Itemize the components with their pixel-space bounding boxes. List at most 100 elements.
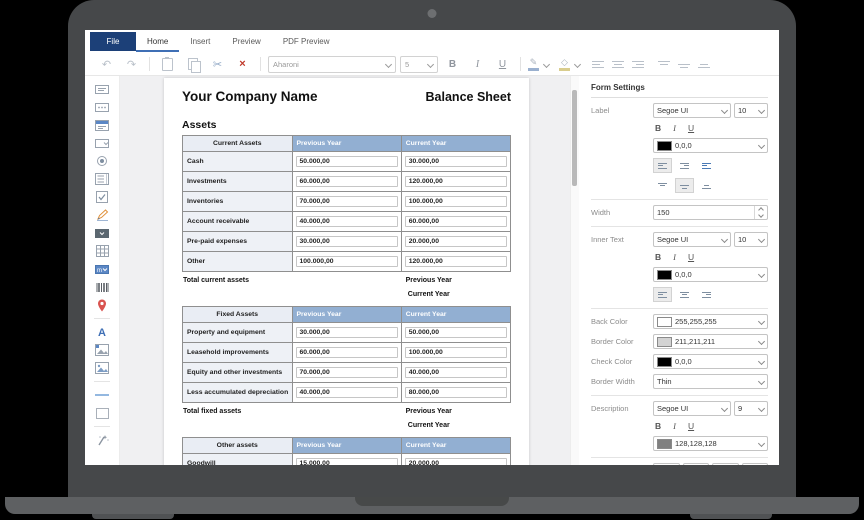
vertical-scrollbar[interactable] <box>570 76 579 465</box>
label-valign-middle-button[interactable] <box>675 178 694 193</box>
tab-insert[interactable]: Insert <box>179 31 221 52</box>
amount-input-current[interactable]: 50.000,00 <box>405 327 507 338</box>
amount-input-current[interactable]: 60.000,00 <box>405 216 507 227</box>
amount-input-current[interactable]: 100.000,00 <box>405 196 507 207</box>
rectangle-icon[interactable] <box>94 406 110 420</box>
copy-icon[interactable] <box>183 56 202 72</box>
label-italic-button[interactable]: I <box>673 123 676 133</box>
cut-icon[interactable]: ✂ <box>208 56 227 72</box>
amount-input-current[interactable]: 80.000,00 <box>405 387 507 398</box>
company-name-field[interactable]: Your Company Name <box>182 89 318 104</box>
check-color-select[interactable]: 0,0,0 <box>653 354 768 369</box>
drop-down-icon[interactable] <box>94 226 110 240</box>
chevron-down-icon[interactable] <box>574 60 581 67</box>
valign-top-icon[interactable] <box>658 61 670 68</box>
tab-pdf-preview[interactable]: PDF Preview <box>272 31 341 52</box>
label-valign-top-button[interactable] <box>653 178 672 193</box>
amount-input-previous[interactable]: 30.000,00 <box>296 236 398 247</box>
amount-input-previous[interactable]: 60.000,00 <box>296 347 398 358</box>
border-color-select[interactable]: 211,211,211 <box>653 334 768 349</box>
description-size-select[interactable]: 9 <box>734 401 768 416</box>
amount-input-previous[interactable]: 40.000,00 <box>296 216 398 227</box>
amount-input-previous[interactable]: 70.000,00 <box>296 196 398 207</box>
inner-align-left-button[interactable] <box>653 287 672 302</box>
label-position-top-button[interactable] <box>697 158 716 173</box>
back-color-select[interactable]: 255,255,255 <box>653 314 768 329</box>
align-center-icon[interactable] <box>612 61 624 68</box>
amount-input-current[interactable]: 20.000,00 <box>405 458 507 465</box>
padding-top-input[interactable]: ↑8 <box>683 463 710 465</box>
text-box-icon[interactable] <box>94 82 110 96</box>
list-box-icon[interactable] <box>94 172 110 186</box>
border-width-select[interactable]: Thin <box>653 374 768 389</box>
picture-icon[interactable] <box>94 361 110 375</box>
bold-button[interactable]: B <box>443 56 462 72</box>
underline-button[interactable]: U <box>493 56 512 72</box>
inner-text-size-select[interactable]: 10 <box>734 232 768 247</box>
font-family-select[interactable]: Aharoni <box>268 56 396 73</box>
label-color-select[interactable]: 0,0,0 <box>653 138 768 153</box>
amount-input-previous[interactable]: 50.000,00 <box>296 156 398 167</box>
inner-text-color-select[interactable]: 0,0,0 <box>653 267 768 282</box>
amount-input-current[interactable]: 40.000,00 <box>405 367 507 378</box>
inner-align-right-button[interactable] <box>697 287 716 302</box>
label-bold-button[interactable]: B <box>655 123 661 133</box>
valign-bottom-icon[interactable] <box>698 61 710 68</box>
inner-align-center-button[interactable] <box>675 287 694 302</box>
chevron-down-icon[interactable] <box>543 60 550 67</box>
map-pin-icon[interactable] <box>94 298 110 312</box>
label-valign-bottom-button[interactable] <box>697 178 716 193</box>
image-field-icon[interactable] <box>94 343 110 357</box>
amount-input-previous[interactable]: 60.000,00 <box>296 176 398 187</box>
amount-input-current[interactable]: 120.000,00 <box>405 176 507 187</box>
combo-box-icon[interactable] <box>94 136 110 150</box>
file-menu-button[interactable]: File <box>90 32 136 51</box>
align-right-icon[interactable] <box>632 61 644 68</box>
padding-right-input[interactable]: →8 <box>712 463 739 465</box>
description-font-select[interactable]: Segoe UI <box>653 401 731 416</box>
width-stepper[interactable]: 150 <box>653 205 768 220</box>
inner-text-font-select[interactable]: Segoe UI <box>653 232 731 247</box>
font-color-icon[interactable]: ✎ <box>526 58 541 71</box>
scrollbar-thumb[interactable] <box>572 90 577 186</box>
label-font-size-select[interactable]: 10 <box>734 103 768 118</box>
padding-bottom-input[interactable]: ↓8 <box>742 463 769 465</box>
grid-icon[interactable] <box>94 244 110 258</box>
tab-home[interactable]: Home <box>136 31 179 52</box>
radio-button-icon[interactable] <box>94 154 110 168</box>
check-box-icon[interactable] <box>94 190 110 204</box>
fill-color-icon[interactable]: ◇ <box>557 58 572 71</box>
font-text-icon[interactable]: A <box>94 325 110 339</box>
font-size-select[interactable]: 5 <box>400 56 438 73</box>
inner-bold-button[interactable]: B <box>655 252 661 262</box>
amount-input-current[interactable]: 30.000,00 <box>405 156 507 167</box>
document-canvas[interactable]: Your Company Name Balance Sheet Assets C… <box>120 76 570 465</box>
amount-input-previous[interactable]: 30.000,00 <box>296 327 398 338</box>
combo-box-active-icon[interactable]: m <box>94 262 110 276</box>
amount-input-current[interactable]: 100.000,00 <box>405 347 507 358</box>
rich-text-box-icon[interactable] <box>94 118 110 132</box>
label-font-select[interactable]: Segoe UI <box>653 103 731 118</box>
padding-left-input[interactable]: ←8 <box>653 463 680 465</box>
label-underline-button[interactable]: U <box>688 123 694 133</box>
inner-italic-button[interactable]: I <box>673 252 676 262</box>
amount-input-previous[interactable]: 40.000,00 <box>296 387 398 398</box>
inner-underline-button[interactable]: U <box>688 252 694 262</box>
signature-icon[interactable] <box>94 208 110 222</box>
tab-preview[interactable]: Preview <box>221 31 271 52</box>
label-position-right-button[interactable] <box>675 158 694 173</box>
magic-settings-icon[interactable] <box>94 433 110 447</box>
desc-italic-button[interactable]: I <box>673 421 676 431</box>
valign-middle-icon[interactable] <box>678 61 690 68</box>
desc-bold-button[interactable]: B <box>655 421 661 431</box>
amount-input-current[interactable]: 120.000,00 <box>405 256 507 267</box>
stepper-arrows-icon[interactable] <box>754 206 767 219</box>
desc-underline-button[interactable]: U <box>688 421 694 431</box>
amount-input-current[interactable]: 20.000,00 <box>405 236 507 247</box>
masked-text-box-icon[interactable] <box>94 100 110 114</box>
line-icon[interactable] <box>94 388 110 402</box>
paste-icon[interactable] <box>158 56 177 72</box>
amount-input-previous[interactable]: 70.000,00 <box>296 367 398 378</box>
amount-input-previous[interactable]: 100.000,00 <box>296 256 398 267</box>
align-left-icon[interactable] <box>592 61 604 68</box>
